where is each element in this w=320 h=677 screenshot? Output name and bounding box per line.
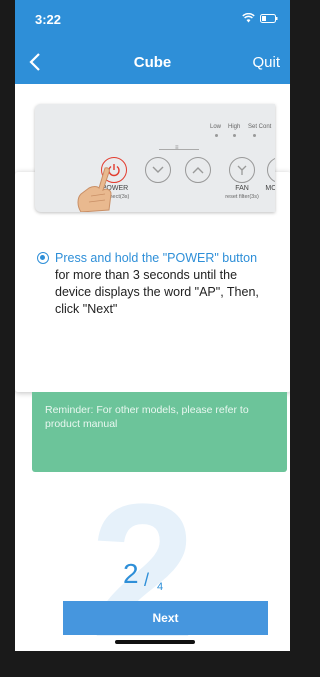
mode-label: MO [265, 185, 275, 192]
next-button[interactable]: Next [63, 601, 268, 635]
step-current: 2 [123, 558, 139, 589]
wifi-icon [242, 13, 255, 23]
set-label: Set Cont [248, 124, 272, 130]
instruction-rest: for more than 3 seconds until the device… [55, 268, 259, 316]
home-indicator [115, 640, 195, 644]
instruction-highlight: Press and hold the "POWER" button [55, 251, 258, 265]
chevron-down-icon [152, 166, 164, 173]
fan-panel-button [229, 157, 255, 183]
page-title: Cube [133, 54, 172, 71]
status-bar: 3:22 [15, 0, 290, 42]
status-icons [242, 13, 278, 23]
chevron-up-icon [192, 167, 204, 174]
fan-label: FAN [235, 185, 249, 192]
step-total: 4 [157, 581, 164, 593]
control-panel-illustration: Low High Set Cont POWER connect(3s) ≡ FA… [35, 104, 275, 212]
high-label: High [228, 124, 241, 130]
step-slash: / [144, 570, 150, 590]
fan-icon [237, 165, 247, 175]
instruction-text: Press and hold the "POWER" button for mo… [55, 250, 265, 318]
nav-bar: Cube Quit [15, 42, 290, 84]
status-time: 3:22 [35, 12, 62, 27]
reminder-text: Reminder: For other models, please refer… [45, 404, 249, 430]
quit-button[interactable]: Quit [252, 54, 280, 71]
low-label: Low [210, 124, 222, 130]
mode-panel-button [267, 157, 275, 183]
battery-icon [260, 13, 278, 23]
down-panel-button [145, 157, 171, 183]
step-radio-indicator [37, 252, 49, 264]
temp-icon: ≡ [175, 145, 179, 151]
up-panel-button [185, 157, 211, 183]
fan-sublabel: reset filter(3s) [225, 194, 259, 200]
pointing-hand-icon [77, 167, 112, 212]
